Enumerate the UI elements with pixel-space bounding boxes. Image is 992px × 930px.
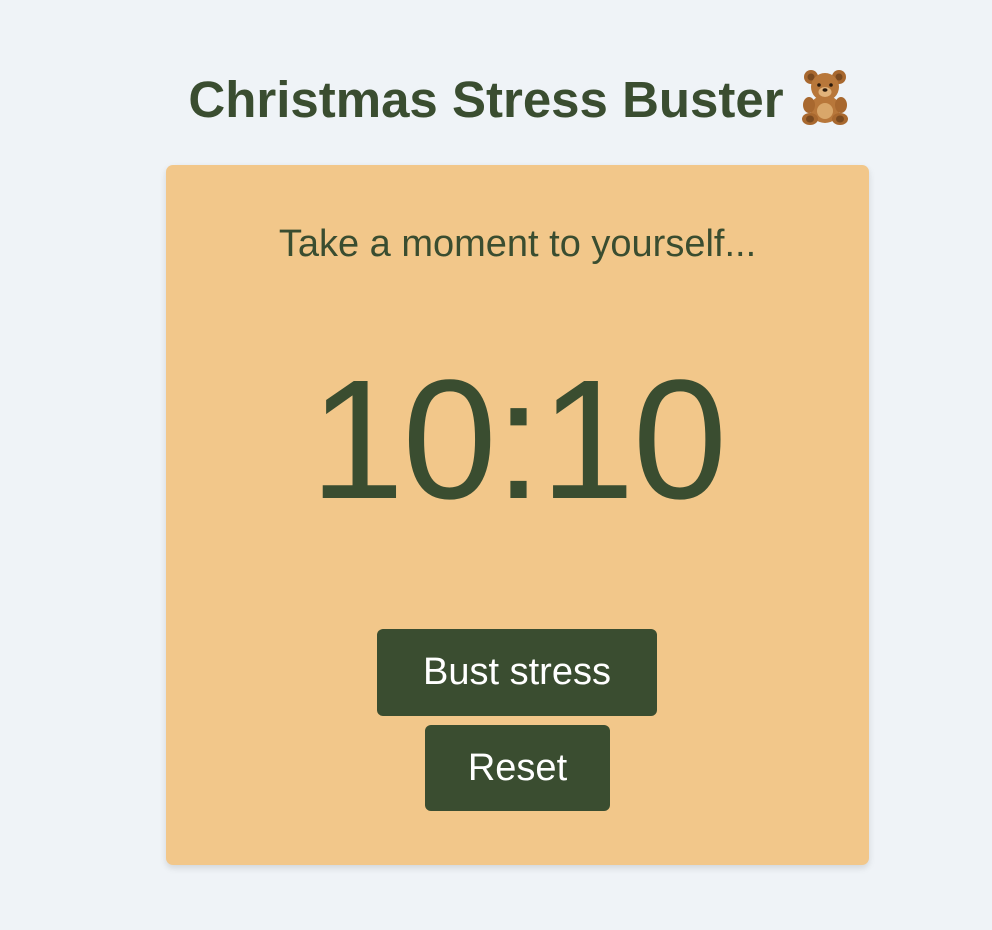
reset-button[interactable]: Reset	[425, 725, 610, 811]
stress-card: Take a moment to yourself... 10:10 Bust …	[166, 165, 869, 865]
teddy-bear-icon	[796, 68, 854, 126]
card-subtitle: Take a moment to yourself...	[278, 223, 757, 265]
bust-stress-button[interactable]: Bust stress	[377, 629, 657, 716]
timer-display: 10:10	[309, 345, 727, 535]
page: Christmas Stress Buster Take a moment to…	[0, 0, 992, 930]
header: Christmas Stress Buster	[25, 64, 992, 134]
page-title: Christmas Stress Buster	[188, 70, 784, 128]
